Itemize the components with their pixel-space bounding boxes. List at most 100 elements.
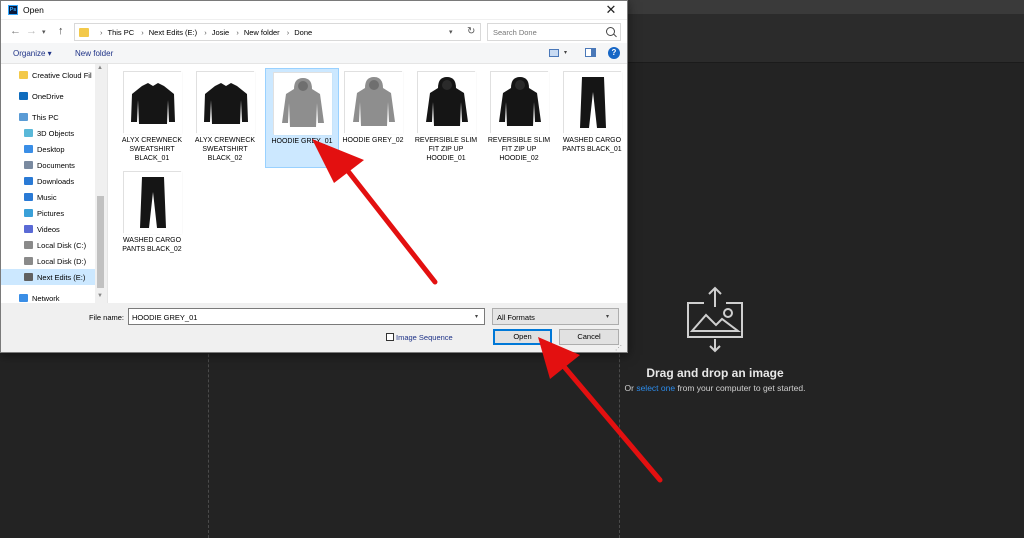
network-icon <box>19 294 28 302</box>
chevron-down-icon[interactable]: ▾ <box>449 28 453 36</box>
sidebar-item-label: Creative Cloud Fil <box>32 71 92 80</box>
file-item[interactable]: ALYX CREWNECK SWEATSHIRT BLACK_01 <box>116 68 190 168</box>
chevron-down-icon[interactable]: ▾ <box>475 313 478 320</box>
sidebar-item-label: OneDrive <box>32 92 64 101</box>
sidebar-item[interactable]: Desktop <box>1 141 95 157</box>
file-item[interactable]: ALYX CREWNECK SWEATSHIRT BLACK_02 <box>189 68 263 168</box>
sidebar-item[interactable]: 3D Objects <box>1 125 95 141</box>
scroll-up-icon[interactable]: ▲ <box>97 65 103 71</box>
music-icon <box>24 193 33 201</box>
file-name-value: HOODIE GREY_01 <box>132 313 198 322</box>
drive-icon <box>24 273 33 281</box>
file-name-input[interactable]: HOODIE GREY_01 ▾ <box>128 308 485 325</box>
refresh-icon[interactable]: ↻ <box>467 26 475 37</box>
preview-pane-icon[interactable] <box>585 48 596 57</box>
sidebar-item-label: Music <box>37 193 57 202</box>
scroll-down-icon[interactable]: ▼ <box>97 293 103 299</box>
sidebar-item[interactable]: Next Edits (E:) <box>1 269 95 285</box>
address-bar[interactable]: › This PC › Next Edits (E:) › Josie › New fo… <box>74 23 481 41</box>
chevron-right-icon: › <box>100 28 103 37</box>
file-item[interactable]: HOODIE GREY_02 <box>337 68 411 168</box>
sidebar-item[interactable]: Local Disk (D:) <box>1 253 95 269</box>
checkbox-box[interactable] <box>386 333 394 341</box>
folder-icon <box>19 71 28 79</box>
sidebar-item[interactable]: Documents <box>1 157 95 173</box>
sidebar-item[interactable]: Music <box>1 189 95 205</box>
image-sequence-checkbox[interactable]: Image Sequence <box>386 332 466 343</box>
select-one-link[interactable]: select one <box>636 383 675 393</box>
sidebar-item[interactable]: OneDrive <box>1 88 95 104</box>
dialog-titlebar: Ps Open ✕ <box>1 1 627 19</box>
computer-icon <box>19 113 28 121</box>
sidebar-item[interactable]: Videos <box>1 221 95 237</box>
chevron-right-icon: › <box>286 28 290 37</box>
navigation-scrollbar[interactable]: ▲ ▼ <box>95 64 106 303</box>
resize-grip-icon[interactable]: ⋰ <box>615 344 622 352</box>
help-icon[interactable]: ? <box>608 47 620 59</box>
sidebar-item-label: Local Disk (C:) <box>37 241 87 250</box>
cancel-button[interactable]: Cancel <box>559 329 619 345</box>
open-button[interactable]: Open <box>493 329 552 345</box>
sidebar-item[interactable]: Creative Cloud Fil <box>1 67 95 83</box>
dialog-title: Open <box>23 5 44 15</box>
breadcrumb-item[interactable]: Josie <box>212 28 230 37</box>
file-thumbnail <box>417 71 476 134</box>
sidebar-item-label: 3D Objects <box>37 129 75 138</box>
file-name: REVERSIBLE SLIM FIT ZIP UP HOODIE_01 <box>414 137 478 162</box>
chevron-down-icon: ▾ <box>606 314 610 320</box>
file-item[interactable]: HOODIE GREY_01 <box>265 68 339 168</box>
photoshop-icon: Ps <box>8 5 18 15</box>
sidebar-item[interactable]: Pictures <box>1 205 95 221</box>
drop-subtitle: Or select one from your computer to get … <box>624 383 806 393</box>
sidebar-item-label: Local Disk (D:) <box>37 257 87 266</box>
view-options-icon[interactable] <box>549 49 559 57</box>
folder-icon <box>79 28 89 37</box>
drop-zone[interactable]: Drag and drop an image Or select one fro… <box>600 280 830 410</box>
sidebar-item[interactable]: Network <box>1 290 95 303</box>
file-item[interactable]: WASHED CARGO PANTS BLACK_01 <box>556 68 630 168</box>
breadcrumb-item[interactable]: Next Edits (E:) <box>149 28 197 37</box>
file-thumbnail <box>344 71 403 134</box>
search-input[interactable]: Search Done <box>487 23 621 41</box>
drop-title: Drag and drop an image <box>646 366 784 380</box>
sidebar-item-label: Desktop <box>37 145 65 154</box>
image-sequence-label[interactable]: Image Sequence <box>396 333 453 342</box>
sidebar-item-label: Downloads <box>37 177 75 186</box>
file-item[interactable]: WASHED CARGO PANTS BLACK_02 <box>116 168 190 268</box>
toolbar: Organize ▾ New folder ▾ ? <box>1 43 627 64</box>
close-button[interactable]: ✕ <box>595 1 627 19</box>
desktop-icon <box>24 145 33 153</box>
file-item[interactable]: REVERSIBLE SLIM FIT ZIP UP HOODIE_02 <box>483 68 557 168</box>
sidebar-item-label: This PC <box>32 113 59 122</box>
chevron-right-icon: › <box>141 28 144 37</box>
chevron-right-icon: › <box>236 28 239 37</box>
file-thumbnail <box>490 71 549 134</box>
breadcrumb-item[interactable]: New folder <box>244 28 280 37</box>
sidebar-item[interactable]: Downloads <box>1 173 95 189</box>
image-upload-icon <box>687 286 743 353</box>
scrollbar-thumb[interactable] <box>97 196 104 288</box>
organize-button[interactable]: Organize ▾ <box>13 49 52 58</box>
forward-button[interactable]: → <box>26 25 37 37</box>
file-name: WASHED CARGO PANTS BLACK_01 <box>562 137 622 153</box>
file-thumbnail <box>273 72 332 135</box>
file-format-select[interactable]: All Formats ▾ <box>492 308 619 325</box>
download-icon <box>24 177 33 185</box>
sidebar-item-label: Next Edits (E:) <box>37 273 86 282</box>
file-name-label: File name: <box>89 313 125 322</box>
up-folder-button[interactable]: ↑ <box>58 25 64 37</box>
file-item[interactable]: REVERSIBLE SLIM FIT ZIP UP HOODIE_01 <box>410 68 484 168</box>
breadcrumb-item[interactable]: Done <box>294 28 312 37</box>
new-folder-button[interactable]: New folder <box>75 49 113 58</box>
recent-locations-button[interactable]: ▾ <box>42 27 46 39</box>
navigation-bar: ← → ▾ ↑ › This PC › Next Edits (E:) › Josie… <box>1 20 627 43</box>
sidebar-item[interactable]: This PC <box>1 109 95 125</box>
back-button[interactable]: ← <box>10 25 21 37</box>
cube-icon <box>24 129 33 137</box>
document-icon <box>24 161 33 169</box>
drive-icon <box>24 241 33 249</box>
breadcrumb-item[interactable]: This PC <box>108 28 135 37</box>
file-name: REVERSIBLE SLIM FIT ZIP UP HOODIE_02 <box>487 137 551 162</box>
sidebar-item[interactable]: Local Disk (C:) <box>1 237 95 253</box>
chevron-down-icon[interactable]: ▾ <box>564 49 567 56</box>
